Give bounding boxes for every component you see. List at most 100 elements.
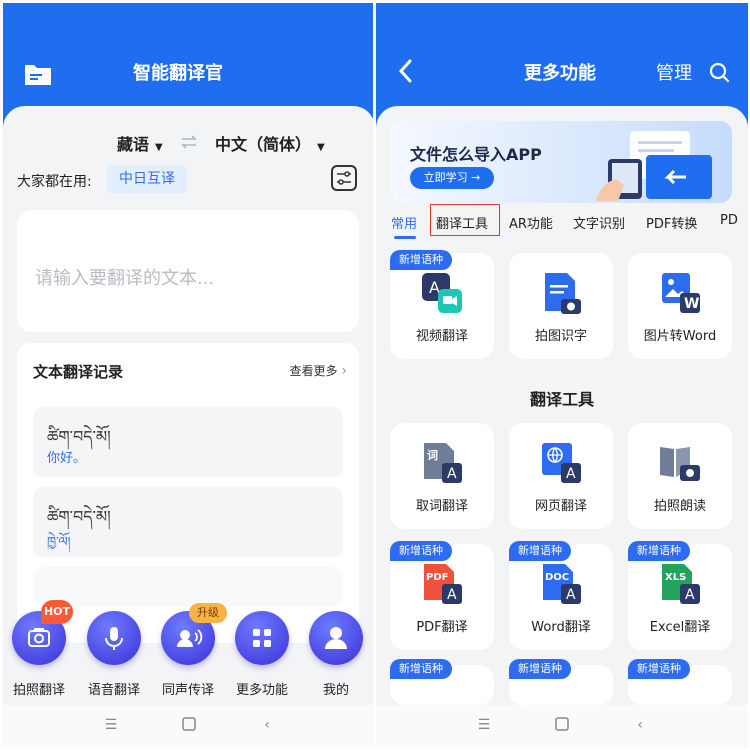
tab-pd[interactable]: PD bbox=[720, 213, 738, 228]
swap-icon[interactable] bbox=[179, 133, 199, 151]
grid-icon bbox=[235, 611, 289, 665]
tab-pdf-convert[interactable]: PDF转换 bbox=[646, 213, 697, 232]
card-label: PDF翻译 bbox=[416, 620, 468, 635]
globe-icon: A bbox=[539, 441, 583, 485]
target-lang-select[interactable]: 中文（简体） ▼ bbox=[215, 131, 325, 155]
history-more-link[interactable]: 查看更多 › bbox=[290, 362, 347, 379]
banner-title: 文件怎么导入APP bbox=[410, 145, 542, 164]
a-badge: A bbox=[566, 466, 576, 482]
source-lang-select[interactable]: 藏语 ▼ bbox=[117, 131, 163, 155]
menu-icon[interactable]: ☰ bbox=[103, 717, 119, 733]
tab-ocr[interactable]: 文字识别 bbox=[573, 213, 625, 232]
photo-ocr-card[interactable]: 拍图识字 bbox=[509, 253, 613, 359]
system-nav-bar: ☰ ‹ bbox=[376, 705, 748, 747]
word-pick-icon: 词A bbox=[420, 441, 464, 485]
a-badge: A bbox=[566, 587, 576, 603]
home-icon[interactable] bbox=[554, 717, 570, 733]
right-screen: 更多功能 管理 文件怎么导入APP 立即学习 → 常用 翻译工具 AR功能 文字… bbox=[376, 3, 748, 747]
action-label: 拍照翻译 bbox=[12, 683, 65, 698]
history-title: 文本翻译记录 bbox=[33, 363, 124, 381]
card-label: Excel翻译 bbox=[649, 620, 711, 635]
hot-badge: HOT bbox=[41, 600, 73, 624]
tab-ar[interactable]: AR功能 bbox=[509, 213, 553, 232]
back-icon[interactable]: ‹ bbox=[632, 717, 648, 733]
app-title: 智能翻译官 bbox=[133, 63, 223, 84]
action-label: 更多功能 bbox=[235, 683, 288, 698]
word-badge: W bbox=[684, 296, 699, 312]
header: 更多功能 管理 bbox=[376, 3, 748, 113]
a-badge: A bbox=[447, 587, 457, 603]
tab-common[interactable]: 常用 bbox=[391, 213, 417, 232]
learn-now-button[interactable]: 立即学习 → bbox=[410, 167, 494, 189]
profile-icon bbox=[309, 611, 363, 665]
video-translate-icon: A bbox=[420, 271, 464, 315]
microphone-icon bbox=[87, 611, 141, 665]
image-to-word-card[interactable]: W 图片转Word bbox=[628, 253, 732, 359]
translate-input[interactable]: 请输入要翻译的文本... bbox=[17, 210, 359, 332]
highlight-box bbox=[430, 204, 500, 236]
card-label: 取词翻译 bbox=[415, 499, 468, 514]
pdf-file-icon: PDF A bbox=[420, 562, 464, 606]
image-to-word-icon: W bbox=[658, 271, 702, 315]
card-label: 视频翻译 bbox=[415, 329, 468, 344]
file-import-illustration-icon bbox=[590, 127, 720, 201]
history-record[interactable]: ཚིག་བདེ་མོ། 你好。 bbox=[33, 407, 343, 477]
xls-file-icon: XLS A bbox=[658, 562, 702, 606]
home-icon[interactable] bbox=[181, 717, 197, 733]
folder-icon[interactable] bbox=[23, 61, 53, 87]
book-camera-icon bbox=[658, 441, 702, 485]
card-label: Word翻译 bbox=[531, 620, 591, 635]
voice-translate-button[interactable] bbox=[87, 611, 141, 665]
xls-badge: XLS bbox=[665, 572, 686, 583]
header: 智能翻译官 bbox=[3, 3, 375, 113]
record-target: 你好。 bbox=[47, 451, 87, 466]
card-label: 拍照朗读 bbox=[653, 499, 706, 514]
new-lang-tag: 新增语种 bbox=[509, 541, 571, 561]
back-icon[interactable]: ‹ bbox=[259, 717, 275, 733]
search-icon[interactable] bbox=[708, 61, 732, 85]
upgrade-badge: 升级 bbox=[189, 603, 227, 623]
action-label: 同声传译 bbox=[161, 683, 214, 698]
manage-button[interactable]: 管理 bbox=[656, 63, 692, 85]
new-lang-tag: 新增语种 bbox=[390, 659, 452, 679]
word-pick-card[interactable]: 词A 取词翻译 bbox=[390, 423, 494, 529]
settings-sliders-icon[interactable] bbox=[331, 165, 357, 191]
menu-icon[interactable]: ☰ bbox=[476, 717, 492, 733]
section-title: 翻译工具 bbox=[529, 390, 594, 409]
input-placeholder: 请输入要翻译的文本... bbox=[35, 268, 215, 289]
ci-badge: 词 bbox=[427, 449, 438, 462]
profile-button[interactable] bbox=[309, 611, 363, 665]
history-record[interactable] bbox=[33, 567, 343, 607]
photo-read-card[interactable]: 拍照朗读 bbox=[628, 423, 732, 529]
record-target: ཁྱེ་ལོ། bbox=[47, 535, 71, 550]
doc-badge: DOC bbox=[545, 572, 569, 583]
history-card: 文本翻译记录 查看更多 › ཚིག་བདེ་མོ། 你好。 ཚིག་བདེ་མོ… bbox=[17, 343, 359, 643]
a-badge: A bbox=[447, 466, 457, 482]
history-record[interactable]: ཚིག་བདེ་མོ། ཁྱེ་ལོ། bbox=[33, 487, 343, 557]
doc-file-icon: DOC A bbox=[539, 562, 583, 606]
more-features-button[interactable] bbox=[235, 611, 289, 665]
system-nav-bar: ☰ ‹ bbox=[3, 705, 375, 747]
chevron-right-icon: › bbox=[341, 363, 347, 379]
a-badge: A bbox=[685, 587, 695, 603]
new-lang-tag: 新增语种 bbox=[509, 659, 571, 679]
photo-ocr-icon bbox=[539, 271, 583, 315]
new-lang-tag: 新增语种 bbox=[390, 250, 452, 270]
web-translate-card[interactable]: A 网页翻译 bbox=[509, 423, 613, 529]
page-title: 更多功能 bbox=[524, 63, 596, 84]
popular-label: 大家都在用: bbox=[17, 174, 92, 190]
action-label: 语音翻译 bbox=[87, 683, 140, 698]
back-arrow-icon[interactable] bbox=[396, 57, 416, 85]
card-label: 网页翻译 bbox=[534, 499, 587, 514]
new-lang-tag: 新增语种 bbox=[390, 541, 452, 561]
card-label: 图片转Word bbox=[643, 329, 717, 344]
new-lang-tag: 新增语种 bbox=[628, 659, 690, 679]
card-label: 拍图识字 bbox=[534, 329, 587, 344]
left-screen: 智能翻译官 藏语 ▼ 中文（简体） ▼ 大家都在用: 中日互译 请输入要翻译的文本.… bbox=[3, 3, 375, 747]
new-lang-tag: 新增语种 bbox=[628, 541, 690, 561]
pdf-badge: PDF bbox=[426, 572, 448, 583]
popular-chip[interactable]: 中日互译 bbox=[107, 165, 187, 193]
action-label: 我的 bbox=[322, 683, 349, 698]
import-banner[interactable]: 文件怎么导入APP 立即学习 → bbox=[390, 121, 732, 203]
tab-underline bbox=[394, 236, 416, 239]
